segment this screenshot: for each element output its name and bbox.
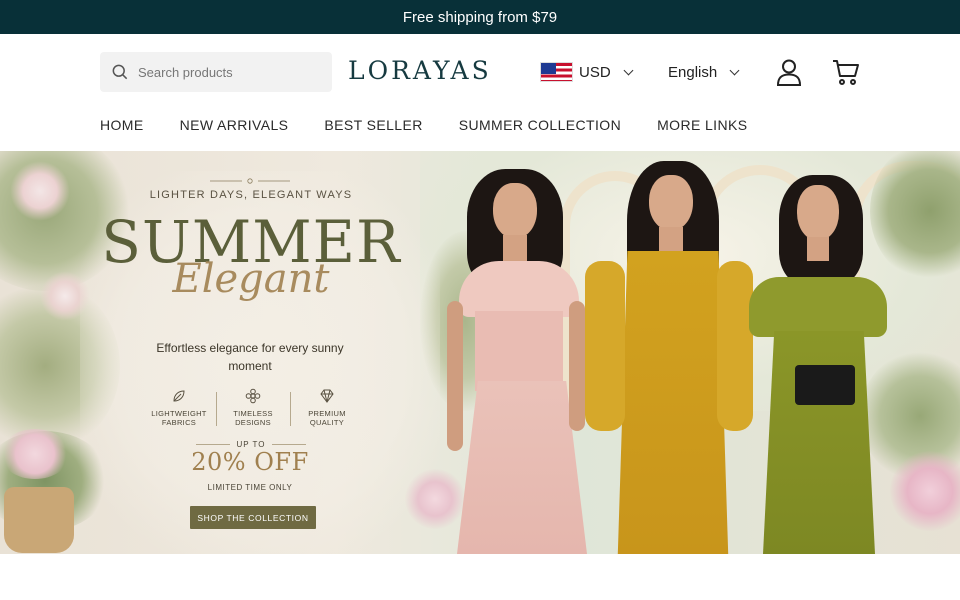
- hero-script-text: Elegant: [172, 256, 330, 302]
- account-icon[interactable]: [776, 58, 802, 86]
- cart-icon[interactable]: [832, 58, 860, 86]
- leaf-icon: [173, 390, 185, 402]
- currency-selector[interactable]: USD: [540, 60, 634, 84]
- site-logo[interactable]: LORAYAS: [348, 56, 492, 85]
- chevron-down-icon: [623, 65, 634, 75]
- flower-decoration: [0, 429, 70, 479]
- divider: [215, 392, 217, 426]
- model-yellow-dress: [585, 157, 755, 554]
- nav-item-new-arrivals[interactable]: NEW ARRIVALS: [180, 117, 289, 133]
- feature-item: PREMIUM QUALITY: [296, 388, 358, 427]
- feature-item: LIGHTWEIGHT FABRICS: [148, 388, 210, 427]
- feature-item: TIMELESS DESIGNS: [222, 388, 284, 427]
- model-olive-dress: [745, 171, 895, 554]
- offer-limited: LIMITED TIME ONLY: [207, 483, 293, 492]
- divider: [272, 444, 306, 445]
- offer-text: 20% OFF: [191, 448, 309, 476]
- nav-item-more-links[interactable]: MORE LINKS: [657, 117, 747, 133]
- feature-list: LIGHTWEIGHT FABRICS TIMELESS DESIGNS PRE…: [148, 388, 358, 427]
- language-selector[interactable]: English: [668, 60, 740, 84]
- model-pink-dress: [445, 161, 595, 554]
- chevron-down-icon: [729, 65, 740, 75]
- flower-icon: [245, 388, 261, 404]
- announcement-bar: Free shipping from $79: [0, 0, 960, 34]
- announcement-text: Free shipping from $79: [402, 8, 558, 26]
- nav-item-summer-collection[interactable]: SUMMER COLLECTION: [459, 117, 621, 133]
- diamond-icon: [320, 389, 334, 403]
- us-flag-icon: [540, 62, 573, 82]
- main-nav: HOME NEW ARRIVALS BEST SELLER SUMMER COL…: [100, 110, 747, 140]
- site-header: LORAYAS USD English: [0, 34, 960, 110]
- flower-decoration: [10, 161, 70, 221]
- hero-tagline: Effortless elegance for every sunny mome…: [156, 341, 344, 373]
- nav-item-home[interactable]: HOME: [100, 117, 144, 133]
- language-label: English: [668, 63, 718, 81]
- search-icon[interactable]: [110, 62, 130, 82]
- handbag: [795, 365, 855, 405]
- divider: [289, 392, 291, 426]
- feature-label: LIGHTWEIGHT FABRICS: [151, 409, 207, 427]
- flower-decoration: [890, 451, 960, 531]
- nav-item-best-seller[interactable]: BEST SELLER: [324, 117, 422, 133]
- currency-code: USD: [579, 63, 611, 81]
- shop-collection-button[interactable]: SHOP THE COLLECTION: [190, 506, 316, 529]
- feature-label: TIMELESS DESIGNS: [233, 409, 273, 427]
- search-input[interactable]: [138, 64, 328, 80]
- planter-decoration: [4, 487, 74, 553]
- hero-eyebrow: LIGHTER DAYS, ELEGANT WAYS: [149, 189, 353, 201]
- search-box[interactable]: [100, 52, 332, 92]
- ornament-icon: [210, 178, 290, 184]
- feature-label: PREMIUM QUALITY: [308, 409, 346, 427]
